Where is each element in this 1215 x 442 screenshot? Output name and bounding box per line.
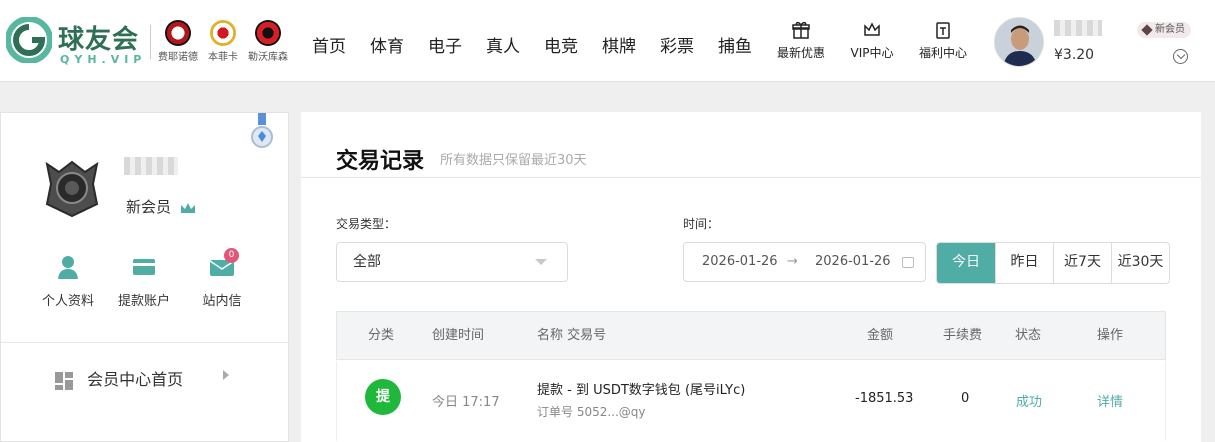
partner-benfica: 本菲卡 (201, 20, 245, 63)
partner-name: 本菲卡 (208, 52, 238, 63)
row-fee: 0 (961, 391, 970, 406)
nav-lottery[interactable]: 彩票 (648, 32, 706, 57)
title-divider (301, 177, 1201, 178)
row-name: 提款 - 到 USDT数字钱包 (尾号iLYc) (537, 383, 746, 398)
row-order-number: 订单号 5052...@qy (537, 405, 646, 419)
card-icon (131, 254, 157, 280)
range-tab-yesterday[interactable]: 昨日 (995, 243, 1053, 283)
quick-profile-label: 个人资料 (41, 294, 94, 309)
sidebar-username-masked (124, 157, 178, 175)
nav-fishing[interactable]: 捕鱼 (706, 32, 764, 57)
gift-icon (792, 21, 810, 39)
user-avatar[interactable] (994, 17, 1044, 67)
range-tabs: 今日 昨日 近7天 近30天 (936, 242, 1170, 284)
time-filter-label: 时间： (683, 217, 720, 231)
partner-leverkusen: 勒沃库森 (246, 20, 290, 63)
unread-count-badge: 0 (224, 248, 239, 263)
feyenoord-badge-icon (165, 20, 191, 46)
chevron-right-icon (223, 370, 229, 380)
username-masked (1054, 20, 1102, 36)
quick-profile[interactable]: 个人资料 (32, 254, 104, 309)
range-tab-30days[interactable]: 近30天 (1111, 243, 1169, 283)
top-header: 球友会 QYH.VIP 费耶诺德 本菲卡 勒沃库森 首页 体育 电子 真人 电竞… (0, 0, 1215, 82)
type-filter-label: 交易类型： (336, 217, 397, 231)
nav-slots[interactable]: 电子 (416, 32, 474, 57)
welfare-icon (936, 22, 950, 39)
page-subtitle: 所有数据只保留最近30天 (440, 153, 587, 168)
nav-esports[interactable]: 电竞 (532, 32, 590, 57)
date-to: 2026-01-26 (815, 254, 891, 269)
user-icon (55, 254, 81, 280)
col-status: 状态 (1015, 328, 1042, 343)
dashboard-icon (55, 371, 73, 390)
row-amount: -1851.53 (855, 391, 914, 406)
chevron-down-icon[interactable] (1173, 49, 1188, 64)
nav-chess[interactable]: 棋牌 (590, 32, 648, 57)
nav-home[interactable]: 首页 (300, 32, 358, 57)
col-amount: 金额 (867, 328, 894, 343)
col-action: 操作 (1097, 328, 1124, 343)
benfica-badge-icon (210, 20, 236, 46)
nav-vip-label: VIP中心 (850, 46, 894, 60)
menu-member-home[interactable]: 会员中心首页 (54, 366, 183, 391)
partner-name: 勒沃库森 (248, 52, 288, 63)
withdraw-type-badge: 提 (365, 379, 401, 415)
range-tab-7days[interactable]: 近7天 (1053, 243, 1111, 283)
mail-icon: 0 (209, 248, 239, 280)
table-header: 分类 创建时间 名称 交易号 金额 手续费 状态 操作 (336, 311, 1166, 360)
crown-icon (180, 202, 195, 213)
date-from: 2026-01-26 (702, 254, 778, 269)
col-fee: 手续费 (943, 328, 983, 343)
quick-inbox[interactable]: 0 站内信 (186, 248, 258, 309)
site-logo[interactable]: 球友会 QYH.VIP (6, 17, 141, 67)
sidebar-divider (1, 342, 290, 343)
nav-live[interactable]: 真人 (474, 32, 532, 57)
quick-withdraw-account[interactable]: 提款账户 (108, 254, 180, 309)
nav-promotions[interactable]: 最新优惠 (766, 20, 836, 61)
nav-sports[interactable]: 体育 (358, 32, 416, 57)
partner-feyenoord: 费耶诺德 (156, 20, 200, 63)
transaction-panel: 交易记录 所有数据只保留最近30天 交易类型： 全部 时间： 2026-01-2… (301, 112, 1201, 442)
row-detail-link[interactable]: 详情 (1097, 391, 1123, 410)
type-filter-select[interactable]: 全部 (336, 242, 568, 282)
vip-level-badge: 新会员 (1137, 22, 1191, 38)
calendar-icon (902, 257, 914, 268)
nav-vip-center[interactable]: VIP中心 (837, 20, 907, 61)
arrow-right-icon: → (787, 254, 798, 269)
quick-inbox-label: 站内信 (202, 294, 242, 309)
logo-text: 球友会 (58, 25, 140, 55)
avatar-photo (995, 18, 1043, 66)
nav-promotions-label: 最新优惠 (776, 46, 825, 60)
page-title: 交易记录 (336, 149, 425, 174)
main-nav: 首页 体育 电子 真人 电竞 棋牌 彩票 捕鱼 (300, 32, 764, 57)
col-name: 名称 交易号 (537, 328, 607, 343)
medal-icon (251, 113, 273, 148)
table-row: 提 今日 17:17 提款 - 到 USDT数字钱包 (尾号iLYc) 订单号 … (336, 361, 1166, 441)
leverkusen-badge-icon (255, 20, 281, 46)
range-tab-today[interactable]: 今日 (937, 243, 995, 283)
rank-emblem-icon (45, 160, 99, 218)
quick-withdraw-label: 提款账户 (117, 294, 170, 309)
partner-name: 费耶诺德 (158, 52, 198, 63)
row-status: 成功 (1016, 395, 1043, 410)
type-filter-value: 全部 (353, 254, 381, 270)
col-created: 创建时间 (432, 328, 485, 343)
col-type: 分类 (368, 328, 395, 343)
logo-divider (150, 25, 151, 59)
crown-icon (864, 22, 880, 36)
logo-subtext: QYH.VIP (60, 53, 147, 66)
nav-welfare-center[interactable]: 福利中心 (908, 20, 978, 61)
wallet-balance: ¥3.20 (1054, 47, 1095, 63)
member-sidebar: 新会员 个人资料 提款账户 0 站内信 会员中心首页 (0, 112, 290, 442)
date-range-picker[interactable]: 2026-01-26 → 2026-01-26 (683, 242, 926, 282)
member-level-label: 新会员 (126, 198, 172, 216)
nav-welfare-label: 福利中心 (918, 46, 967, 60)
logo-mark-icon (6, 17, 52, 63)
menu-member-home-label: 会员中心首页 (87, 370, 184, 389)
row-time: 今日 17:17 (432, 395, 500, 410)
member-level: 新会员 (126, 196, 196, 217)
